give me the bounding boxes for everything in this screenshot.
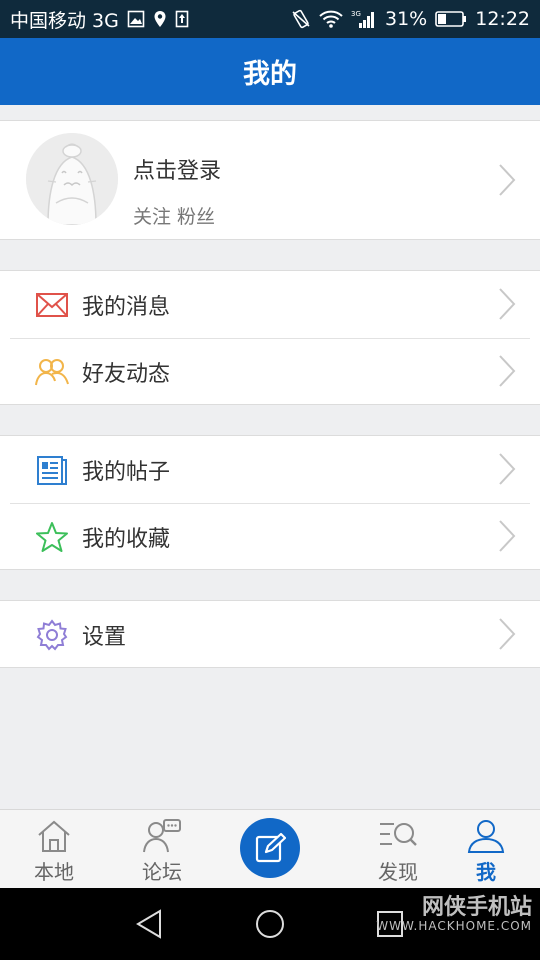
chevron-right-icon	[499, 164, 516, 196]
menu-item-favorites[interactable]: 我的收藏	[0, 503, 540, 570]
menu-group-social: 我的消息 好友动态	[0, 270, 540, 405]
menu-item-settings-label: 设置	[82, 624, 127, 650]
friends-icon	[35, 355, 69, 389]
avatar[interactable]	[26, 133, 118, 225]
svg-text:3G: 3G	[351, 10, 361, 18]
user-icon	[467, 818, 505, 854]
menu-group-content: 我的帖子 我的收藏	[0, 435, 540, 570]
profile-card[interactable]: 点击登录 关注 粉丝	[0, 120, 540, 240]
discover-icon	[378, 818, 418, 854]
image-notification-icon	[127, 10, 145, 28]
menu-item-friends[interactable]: 好友动态	[0, 338, 540, 405]
tab-forum[interactable]: 论坛	[112, 810, 212, 889]
menu-item-settings[interactable]: 设置	[0, 601, 540, 668]
menu-item-friends-label: 好友动态	[82, 361, 171, 387]
back-icon[interactable]	[132, 906, 168, 942]
compose-icon	[255, 832, 286, 863]
watermark-url: WWW.HACKHOME.COM	[376, 919, 532, 934]
menu-item-posts-label: 我的帖子	[82, 459, 171, 485]
vibrate-icon	[291, 9, 311, 29]
tab-local[interactable]: 本地	[4, 810, 104, 889]
wifi-icon	[319, 10, 343, 28]
tab-me-label: 我	[476, 860, 496, 884]
tab-local-label: 本地	[34, 860, 74, 884]
status-bar: 中国移动 3G 3G 31% 12:22	[0, 0, 540, 38]
menu-item-messages[interactable]: 我的消息	[0, 271, 540, 338]
star-icon	[35, 520, 69, 554]
follow-fans-label: 关注 粉丝	[133, 206, 216, 228]
upload-notification-icon	[175, 10, 189, 28]
compose-button[interactable]	[240, 818, 300, 878]
login-link[interactable]: 点击登录	[133, 153, 221, 185]
page-header: 我的	[0, 38, 540, 105]
envelope-icon	[35, 288, 69, 322]
chevron-right-icon	[499, 453, 516, 485]
carrier-label: 中国移动 3G	[10, 9, 119, 32]
menu-group-settings: 设置	[0, 600, 540, 668]
battery-percent: 31%	[385, 8, 428, 30]
menu-item-favorites-label: 我的收藏	[82, 526, 171, 552]
chevron-right-icon	[499, 355, 516, 387]
home-icon	[36, 818, 72, 854]
tab-forum-label: 论坛	[142, 860, 182, 884]
tab-me[interactable]: 我	[436, 810, 536, 889]
chevron-right-icon	[499, 520, 516, 552]
battery-icon	[435, 10, 467, 28]
chevron-right-icon	[499, 288, 516, 320]
gear-icon	[35, 618, 69, 652]
clock: 12:22	[475, 8, 530, 30]
tab-discover-label: 发现	[378, 860, 418, 884]
menu-item-posts[interactable]: 我的帖子	[0, 436, 540, 503]
menu-item-messages-label: 我的消息	[82, 294, 171, 320]
page-title: 我的	[243, 59, 297, 90]
watermark-title: 网侠手机站	[421, 895, 532, 920]
chevron-right-icon	[499, 618, 516, 650]
home-button-icon[interactable]	[252, 906, 288, 942]
watermark: 网侠手机站 WWW.HACKHOME.COM	[376, 895, 532, 934]
location-icon	[153, 10, 167, 28]
forum-icon	[142, 818, 182, 854]
default-avatar-icon	[26, 133, 118, 225]
tab-discover[interactable]: 发现	[348, 810, 448, 889]
document-icon	[35, 453, 69, 487]
signal-icon: 3G	[351, 9, 377, 29]
